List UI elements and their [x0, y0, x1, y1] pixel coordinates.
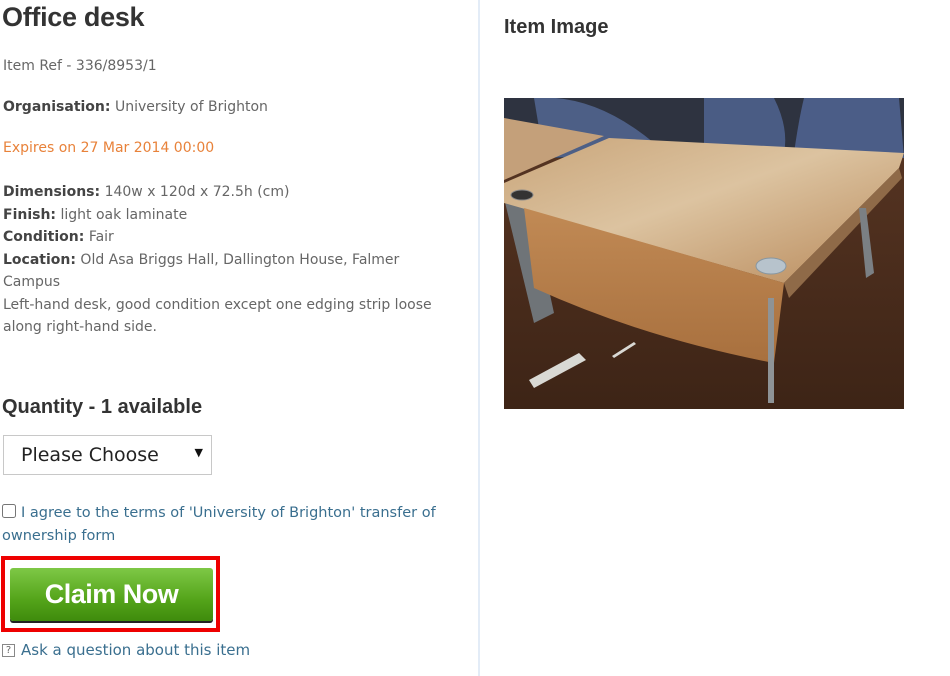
cable-grommet-right [755, 257, 787, 275]
spec-label: Condition: [3, 229, 85, 245]
spec-value: light oak laminate [60, 206, 188, 223]
item-details-panel: Office desk Item Ref - 336/8953/1 Organi… [0, 0, 470, 676]
quantity-select-value: Please Choose [21, 444, 159, 466]
dropdown-arrow-icon: ▼ [194, 446, 203, 459]
desk-photo-illustration [504, 98, 904, 409]
spec-label: Finish: [3, 206, 57, 223]
desk-leg-front [768, 298, 774, 403]
cable-grommet-left [510, 189, 534, 201]
item-title: Office desk [2, 2, 145, 32]
terms-checkbox[interactable] [2, 504, 16, 518]
spec-finish: Finish: light oak laminate [3, 204, 458, 227]
spec-label: Location: [3, 251, 76, 268]
spec-label: Dimensions: [3, 184, 101, 200]
spec-dimensions: Dimensions: 140w x 120d x 72.5h (cm) [3, 181, 458, 204]
organisation: Organisation: University of Brighton [3, 99, 268, 115]
spec-location: Location: Old Asa Briggs Hall, Dallingto… [3, 249, 458, 294]
quantity-heading: Quantity - 1 available [2, 396, 203, 418]
terms-text: I agree to the terms of 'University of B… [2, 505, 436, 544]
spec-condition: Condition: Fair [3, 226, 458, 249]
help-icon: ? [2, 643, 15, 657]
ask-question-link[interactable]: ? Ask a question about this item [2, 641, 250, 659]
ask-question-label: Ask a question about this item [21, 641, 251, 659]
claim-now-button[interactable]: Claim Now [10, 568, 213, 621]
spec-value: 140w x 120d x 72.5h (cm) [104, 184, 290, 200]
item-image-panel: Item Image [504, 0, 950, 676]
terms-agreement[interactable]: I agree to the terms of 'University of B… [2, 502, 442, 547]
column-divider [478, 0, 480, 676]
spec-value: Fair [88, 229, 114, 245]
organisation-value: University of Brighton [114, 99, 268, 115]
organisation-label: Organisation: [3, 99, 111, 115]
item-description: Left-hand desk, good condition except on… [3, 296, 432, 336]
expiry-date: Expires on 27 Mar 2014 00:00 [3, 140, 215, 156]
item-image-heading: Item Image [504, 16, 609, 38]
item-ref: Item Ref - 336/8953/1 [3, 58, 157, 74]
quantity-select[interactable]: Please Choose ▼ [3, 435, 212, 475]
claim-highlight-outline: Claim Now [1, 556, 220, 632]
item-specs: Dimensions: 140w x 120d x 72.5h (cm) Fin… [3, 181, 458, 339]
item-photo [504, 98, 904, 409]
